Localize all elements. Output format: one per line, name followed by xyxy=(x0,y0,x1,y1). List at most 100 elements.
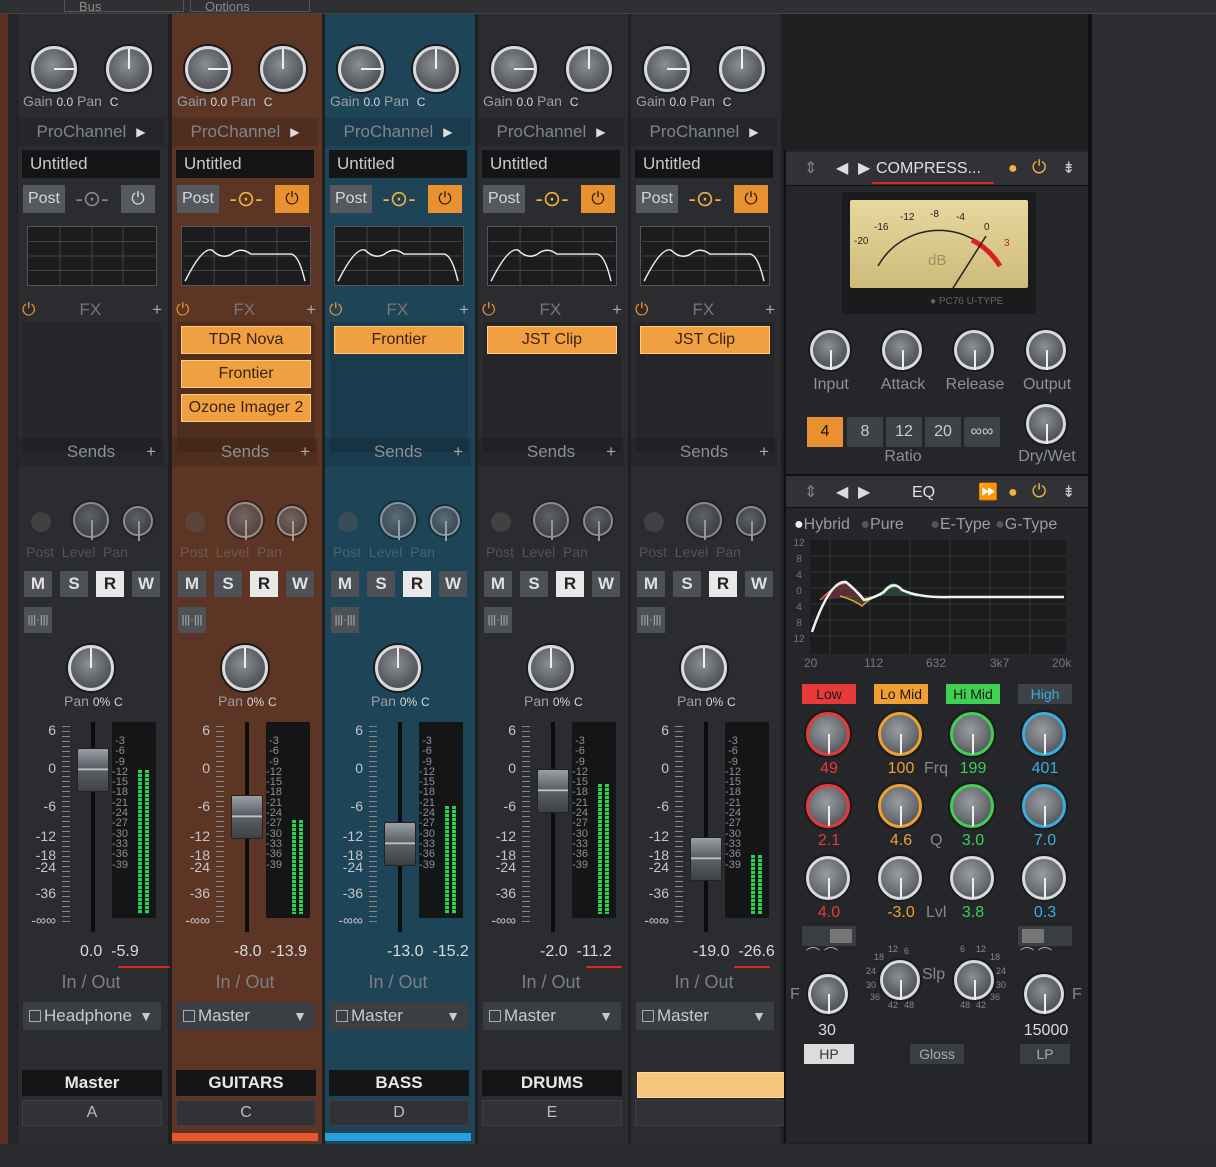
send-level-knob[interactable] xyxy=(73,502,109,540)
strip-name[interactable]: Master xyxy=(22,1070,162,1096)
fast-forward-icon[interactable]: ⏩ xyxy=(978,482,998,502)
waveform-icon[interactable]: |||·||| xyxy=(24,607,52,633)
hp-button[interactable]: HP xyxy=(804,1044,854,1064)
expand-arrow-icon[interactable]: ▶ xyxy=(443,125,452,139)
waveform-icon[interactable]: |||·||| xyxy=(484,607,512,633)
high-shelf-toggle[interactable] xyxy=(1018,926,1072,946)
eq-graph[interactable] xyxy=(810,540,1066,654)
drag-handle-icon[interactable]: ⇕ xyxy=(804,158,817,178)
fx-bin[interactable] xyxy=(23,322,161,452)
preset-name[interactable]: Untitled xyxy=(329,150,467,178)
band-1-q-knob[interactable] xyxy=(878,784,922,828)
send-pan-knob[interactable] xyxy=(583,506,613,541)
waveform-icon[interactable]: |||·||| xyxy=(331,607,359,633)
pan-knob[interactable] xyxy=(375,645,421,691)
band-0-label[interactable]: Low xyxy=(802,684,856,704)
preset-name[interactable]: Untitled xyxy=(176,150,314,178)
prochannel-header[interactable]: ProChannel ▶ xyxy=(172,118,318,146)
chain-link-icon[interactable]: -⊙- xyxy=(377,185,421,213)
write-button[interactable]: W xyxy=(592,571,620,597)
horizontal-scrollbar[interactable] xyxy=(0,1144,1216,1167)
add-send-icon[interactable]: + xyxy=(453,442,463,462)
eq-power-icon[interactable]: ⏻ xyxy=(1032,481,1046,502)
send-level-knob[interactable] xyxy=(686,502,722,540)
radio-pure-icon[interactable]: ● xyxy=(860,516,870,533)
volume-fader[interactable] xyxy=(384,821,416,866)
band-1-gain-knob[interactable] xyxy=(878,856,922,900)
release-knob[interactable] xyxy=(954,330,994,370)
fx-plugin[interactable]: JST Clip xyxy=(487,326,617,354)
expand-arrow-icon[interactable]: ▶ xyxy=(290,125,299,139)
band-2-freq-knob[interactable] xyxy=(950,712,994,756)
post-button[interactable]: Post xyxy=(483,185,525,213)
fx-plugin[interactable]: Ozone Imager 2 xyxy=(181,394,311,422)
strip-name[interactable]: DRUMS xyxy=(482,1070,622,1096)
radio-etype-icon[interactable]: ● xyxy=(930,516,940,533)
band-2-gain-knob[interactable] xyxy=(950,856,994,900)
power-icon[interactable]: ⏻ xyxy=(428,185,462,213)
band-1-label[interactable]: Lo Mid xyxy=(874,684,928,704)
mute-button[interactable]: M xyxy=(484,571,512,597)
add-send-icon[interactable]: + xyxy=(300,442,310,462)
fx-plugin[interactable]: Frontier xyxy=(334,326,464,354)
volume-fader[interactable] xyxy=(77,747,109,792)
pan-knob[interactable] xyxy=(68,645,114,691)
expand-arrow-icon[interactable]: ▶ xyxy=(136,125,145,139)
expand-arrow-icon[interactable]: ▶ xyxy=(596,125,605,139)
pan-knob[interactable] xyxy=(681,645,727,691)
band-2-q-knob[interactable] xyxy=(950,784,994,828)
ratio-12-button[interactable]: 12 xyxy=(886,417,922,447)
eq-thumbnail[interactable] xyxy=(27,226,157,286)
gain-knob[interactable] xyxy=(644,46,690,92)
send-level-knob[interactable] xyxy=(380,502,416,540)
output-selector[interactable]: Headphone ▼ xyxy=(23,1002,161,1030)
collapse-icon[interactable]: ⇟ xyxy=(1062,482,1075,502)
power-icon[interactable]: ⏻ xyxy=(121,185,155,213)
pan-trim-knob[interactable] xyxy=(106,46,152,92)
fx-power-icon[interactable]: ⏻ xyxy=(482,300,495,320)
prochannel-header[interactable]: ProChannel ▶ xyxy=(478,118,624,146)
band-3-gain-knob[interactable] xyxy=(1022,856,1066,900)
band-3-q-knob[interactable] xyxy=(1022,784,1066,828)
add-fx-icon[interactable]: + xyxy=(459,300,469,320)
drag-handle-icon[interactable]: ⇕ xyxy=(804,482,817,502)
gloss-button[interactable]: Gloss xyxy=(910,1044,964,1064)
fx-power-icon[interactable]: ⏻ xyxy=(176,300,189,320)
ratio-infinite-button[interactable]: ∞∞ xyxy=(964,417,1000,447)
band-0-freq-knob[interactable] xyxy=(806,712,850,756)
gain-knob[interactable] xyxy=(491,46,537,92)
send-level-knob[interactable] xyxy=(533,502,569,540)
add-fx-icon[interactable]: + xyxy=(612,300,622,320)
tab-options[interactable]: Options xyxy=(190,0,310,12)
write-button[interactable]: W xyxy=(132,571,160,597)
send-level-knob[interactable] xyxy=(227,502,263,540)
lp-button[interactable]: LP xyxy=(1020,1044,1070,1064)
waveform-icon[interactable]: |||·||| xyxy=(637,607,665,633)
gain-knob[interactable] xyxy=(338,46,384,92)
send-pan-knob[interactable] xyxy=(430,506,460,541)
prev-preset-icon[interactable]: ◀ xyxy=(836,158,848,178)
mute-button[interactable]: M xyxy=(24,571,52,597)
add-send-icon[interactable]: + xyxy=(759,442,769,462)
record-button[interactable]: R xyxy=(403,571,431,597)
post-button[interactable]: Post xyxy=(177,185,219,213)
add-fx-icon[interactable]: + xyxy=(306,300,316,320)
mode-pure[interactable]: Pure xyxy=(870,516,904,533)
mute-button[interactable]: M xyxy=(178,571,206,597)
add-fx-icon[interactable]: + xyxy=(765,300,775,320)
output-knob[interactable] xyxy=(1026,330,1066,370)
output-selector[interactable]: Master ▼ xyxy=(177,1002,315,1030)
send-pan-knob[interactable] xyxy=(736,506,766,541)
power-icon[interactable]: ⏻ xyxy=(581,185,615,213)
post-button[interactable]: Post xyxy=(330,185,372,213)
fx-power-icon[interactable]: ⏻ xyxy=(635,300,648,320)
expand-arrow-icon[interactable]: ▶ xyxy=(749,125,758,139)
strip-name[interactable]: GUITARS xyxy=(176,1070,316,1096)
gain-knob[interactable] xyxy=(185,46,231,92)
send-post-toggle[interactable] xyxy=(338,512,358,532)
prev-preset-icon[interactable]: ◀ xyxy=(836,482,848,502)
pan-trim-knob[interactable] xyxy=(566,46,612,92)
add-send-icon[interactable]: + xyxy=(606,442,616,462)
band-3-freq-knob[interactable] xyxy=(1022,712,1066,756)
fx-power-icon[interactable]: ⏻ xyxy=(22,300,35,320)
